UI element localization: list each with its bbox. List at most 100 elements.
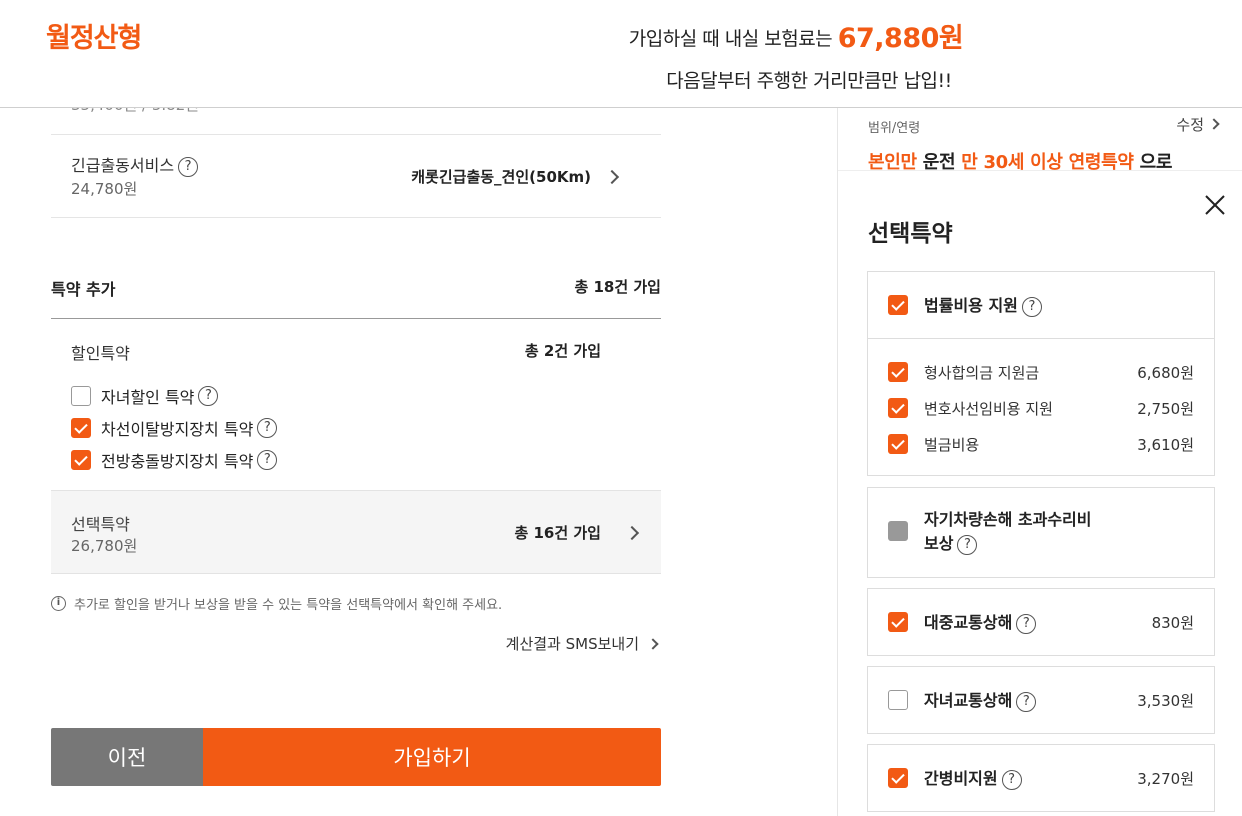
scope-label: 범위/연령 <box>868 121 921 136</box>
emergency-service-row[interactable]: 긴급출동서비스? 24,780원 캐롯긴급출동_견인(50Km) <box>71 152 641 212</box>
rider-name-text: 자녀교통상해 <box>924 691 1013 710</box>
emergency-service-label: 긴급출동서비스? <box>71 152 199 177</box>
rider-price: 830원 <box>1151 614 1194 632</box>
join-button[interactable]: 가입하기 <box>203 728 661 786</box>
checkbox-checked[interactable] <box>71 418 91 438</box>
emergency-service-price: 24,780원 <box>71 180 138 198</box>
subitem-price: 3,610원 <box>1137 436 1194 454</box>
rider-name-text: 간병비지원 <box>924 769 998 788</box>
info-text: 추가로 할인을 받거나 보상을 받을 수 있는 특약을 선택특약에서 확인해 주… <box>74 598 503 613</box>
rider-name: 대중교통상해? <box>924 609 1037 634</box>
edit-link[interactable]: 수정 <box>1176 114 1220 135</box>
rider-subitems: 형사합의금 지원금 6,680원 변호사선임비용 지원 2,750원 벌금비용 … <box>868 338 1214 475</box>
help-icon[interactable]: ? <box>257 450 278 470</box>
subitem-price: 2,750원 <box>1137 400 1194 418</box>
rider-subitem[interactable]: 형사합의금 지원금 6,680원 <box>868 359 1214 395</box>
checkbox-checked[interactable] <box>71 450 91 470</box>
optional-riders-row[interactable]: 선택특약 26,780원 총 16건 가입 <box>51 490 661 574</box>
header: 월정산형 가입하실 때 내실 보험료는 67,880원 다음달부터 주행한 거리… <box>0 0 1242 108</box>
optional-riders-total: 총 16건 가입 <box>514 524 601 542</box>
checkbox[interactable] <box>888 690 908 710</box>
rider-name-text: 보상 <box>924 534 954 553</box>
help-icon[interactable]: ? <box>1021 296 1042 317</box>
help-icon[interactable]: ? <box>198 386 219 406</box>
rider-name: 법률비용 지원? <box>924 292 1042 317</box>
section-rule <box>51 318 661 319</box>
discount-rider-label: 차선이탈방지장치 특약 <box>101 420 254 439</box>
chevron-right-icon <box>604 169 620 185</box>
chevron-right-icon <box>647 638 659 650</box>
discount-rider-label: 자녀할인 특약 <box>101 388 195 407</box>
info-notice: i 추가로 할인을 받거나 보상을 받을 수 있는 특약을 선택특약에서 확인해… <box>51 594 502 613</box>
help-icon[interactable]: ? <box>1016 613 1037 634</box>
prev-button[interactable]: 이전 <box>51 728 203 786</box>
rider-section-title: 특약 추가 <box>51 280 116 299</box>
discount-rider-label: 전방충돌방지장치 특약 <box>101 452 254 471</box>
subitem-price: 6,680원 <box>1137 364 1194 382</box>
rider-card-child-traffic: 자녀교통상해? 3,530원 <box>867 666 1215 734</box>
payment-message: 다음달부터 주행한 거리만큼만 납입!! <box>666 70 952 92</box>
discount-riders-title: 할인특약 <box>71 344 130 363</box>
close-icon[interactable] <box>1202 192 1228 218</box>
rider-card-public-transport: 대중교통상해? 830원 <box>867 588 1215 656</box>
rider-name-text: 법률비용 지원 <box>924 296 1018 315</box>
checkbox-disabled <box>888 521 908 541</box>
checkbox-checked[interactable] <box>888 768 908 788</box>
help-icon[interactable]: ? <box>1016 691 1037 712</box>
rider-name-text: 자기차량손해 초과수리비 <box>924 510 1092 529</box>
sms-send-link[interactable]: 계산결과 SMS보내기 <box>506 633 661 654</box>
rider-name-text: 대중교통상해 <box>924 613 1013 632</box>
rider-card-header: 자기차량손해 초과수리비보상? <box>868 488 1214 556</box>
coverage-form: 35,400원 / 5.82원 긴급출동서비스? 24,780원 캐롯긴급출동_… <box>51 96 661 816</box>
panel-title: 선택특약 <box>868 221 953 247</box>
divider <box>51 217 661 218</box>
chevron-right-icon <box>624 525 640 541</box>
checkbox-checked[interactable] <box>888 434 908 454</box>
rider-name: 간병비지원? <box>924 765 1022 790</box>
emergency-service-name: 긴급출동서비스 <box>71 156 175 175</box>
optional-riders-title: 선택특약 <box>71 515 130 534</box>
rider-card-header[interactable]: 자녀교통상해? 3,530원 <box>868 667 1214 733</box>
rider-section-total: 총 18건 가입 <box>574 278 661 296</box>
rider-name: 자녀교통상해? <box>924 687 1037 712</box>
divider <box>838 170 1242 171</box>
discount-rider-child[interactable]: 자녀할인 특약? <box>71 384 219 408</box>
help-icon[interactable]: ? <box>1001 769 1022 790</box>
subitem-name: 형사합의금 지원금 <box>924 364 1040 382</box>
subitem-name: 벌금비용 <box>924 436 980 454</box>
premium-prefix: 가입하실 때 내실 보험료는 <box>628 28 838 50</box>
checkbox-checked[interactable] <box>888 612 908 632</box>
rider-card-excess-repair: 자기차량손해 초과수리비보상? <box>867 487 1215 578</box>
rider-card-nursing: 간병비지원? 3,270원 <box>867 744 1215 812</box>
emergency-service-value: 캐롯긴급출동_견인(50Km) <box>411 168 591 186</box>
info-icon: i <box>51 596 66 611</box>
rider-name: 자기차량손해 초과수리비보상? <box>924 508 1124 556</box>
checkbox[interactable] <box>71 386 91 406</box>
discount-rider-lane-departure[interactable]: 차선이탈방지장치 특약? <box>71 416 278 440</box>
optional-riders-panel: 범위/연령 수정 본인만 운전 만 30세 이상 연령특약 으로 선택특약 법률… <box>837 108 1242 816</box>
discount-rider-forward-collision[interactable]: 전방충돌방지장치 특약? <box>71 448 278 472</box>
chevron-right-icon <box>1208 118 1220 130</box>
help-icon[interactable]: ? <box>257 418 278 438</box>
rider-subitem[interactable]: 변호사선임비용 지원 2,750원 <box>868 395 1214 431</box>
rider-card-header[interactable]: 법률비용 지원? <box>868 272 1214 338</box>
rider-card-header[interactable]: 대중교통상해? 830원 <box>868 589 1214 655</box>
sms-link-label: 계산결과 SMS보내기 <box>505 635 639 653</box>
optional-riders-price: 26,780원 <box>71 537 138 555</box>
rider-price: 3,530원 <box>1137 692 1194 710</box>
divider <box>51 134 661 135</box>
subitem-name: 변호사선임비용 지원 <box>924 400 1053 418</box>
discount-riders-total: 총 2건 가입 <box>524 342 601 360</box>
premium-amount: 67,880원 <box>837 23 964 54</box>
edit-link-label: 수정 <box>1176 116 1204 134</box>
rider-subitem[interactable]: 벌금비용 3,610원 <box>868 431 1214 467</box>
help-icon[interactable]: ? <box>178 156 199 177</box>
checkbox-checked[interactable] <box>888 362 908 382</box>
checkbox-checked[interactable] <box>888 398 908 418</box>
rider-price: 3,270원 <box>1137 770 1194 788</box>
rider-card-header[interactable]: 간병비지원? 3,270원 <box>868 745 1214 811</box>
premium-line: 가입하실 때 내실 보험료는 67,880원 <box>0 16 1242 55</box>
help-icon[interactable]: ? <box>957 534 978 555</box>
rider-card-legal-cost: 법률비용 지원? 형사합의금 지원금 6,680원 변호사선임비용 지원 2,7… <box>867 271 1215 476</box>
checkbox-checked[interactable] <box>888 295 908 315</box>
